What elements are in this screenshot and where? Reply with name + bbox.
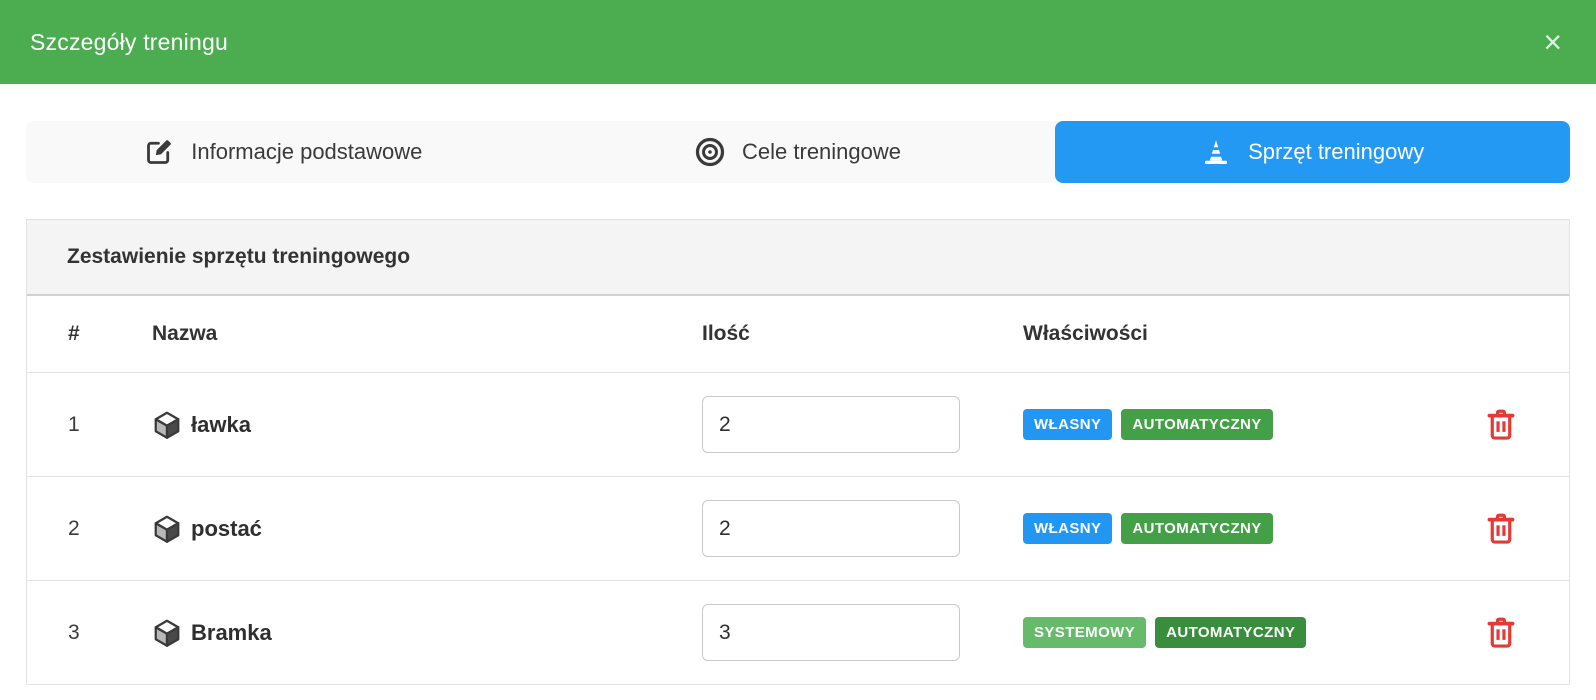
property-badge: AUTOMATYCZNY <box>1155 617 1306 648</box>
cube-icon <box>152 514 182 544</box>
table-row: 1 ławka WŁASNY AUTOMATYCZNY <box>27 373 1569 477</box>
panel-title: Zestawienie sprzętu treningowego <box>67 245 410 269</box>
modal-title: Szczegóły treningu <box>30 29 228 56</box>
badge-list: WŁASNY AUTOMATYCZNY <box>1023 409 1433 440</box>
trash-icon[interactable] <box>1486 409 1516 441</box>
edit-icon <box>144 137 174 167</box>
row-index: 1 <box>68 413 152 437</box>
table-header-row: # Nazwa Ilość Właściwości <box>27 296 1569 373</box>
property-badge: AUTOMATYCZNY <box>1121 513 1272 544</box>
equipment-name: Bramka <box>191 620 272 646</box>
table-body: 1 ławka WŁASNY AUTOMATYCZNY <box>27 373 1569 685</box>
cube-icon <box>152 410 182 440</box>
panel-header: Zestawienie sprzętu treningowego <box>27 220 1569 296</box>
equipment-panel: Zestawienie sprzętu treningowego # Nazwa… <box>26 219 1570 685</box>
column-header-properties: Właściwości <box>1023 322 1433 346</box>
tab-label: Cele treningowe <box>742 139 901 165</box>
cube-icon <box>152 618 182 648</box>
tab-cele-treningowe[interactable]: Cele treningowe <box>541 121 1056 183</box>
tab-sprzet-treningowy[interactable]: Sprzęt treningowy <box>1055 121 1570 183</box>
tab-label: Informacje podstawowe <box>191 139 422 165</box>
property-badge: WŁASNY <box>1023 409 1112 440</box>
table-row: 2 postać WŁASNY AUTOMATYCZNY <box>27 477 1569 581</box>
close-icon[interactable]: × <box>1539 26 1566 58</box>
quantity-input[interactable] <box>702 604 960 661</box>
table-row: 3 Bramka SYSTEMOWY AUTOMATYCZNY <box>27 581 1569 685</box>
column-header-index: # <box>68 322 152 346</box>
property-badge: SYSTEMOWY <box>1023 617 1146 648</box>
row-index: 2 <box>68 517 152 541</box>
quantity-input[interactable] <box>702 500 960 557</box>
modal-body: Informacje podstawowe Cele treningowe <box>0 121 1596 685</box>
tab-informacje-podstawowe[interactable]: Informacje podstawowe <box>26 121 541 183</box>
badge-list: SYSTEMOWY AUTOMATYCZNY <box>1023 617 1433 648</box>
row-index: 3 <box>68 621 152 645</box>
equipment-name: postać <box>191 516 262 542</box>
equipment-name-cell: postać <box>152 514 702 544</box>
trash-icon[interactable] <box>1486 513 1516 545</box>
trash-icon[interactable] <box>1486 617 1516 649</box>
property-badge: AUTOMATYCZNY <box>1121 409 1272 440</box>
property-badge: WŁASNY <box>1023 513 1112 544</box>
equipment-name-cell: ławka <box>152 410 702 440</box>
modal-header: Szczegóły treningu × <box>0 0 1596 84</box>
tab-bar: Informacje podstawowe Cele treningowe <box>26 121 1570 183</box>
column-header-quantity: Ilość <box>702 322 1023 346</box>
badge-list: WŁASNY AUTOMATYCZNY <box>1023 513 1433 544</box>
quantity-input[interactable] <box>702 396 960 453</box>
tab-label: Sprzęt treningowy <box>1248 139 1424 165</box>
equipment-name-cell: Bramka <box>152 618 702 648</box>
column-header-name: Nazwa <box>152 322 702 346</box>
traffic-cone-icon <box>1201 137 1231 167</box>
equipment-name: ławka <box>191 412 251 438</box>
target-icon <box>695 137 725 167</box>
